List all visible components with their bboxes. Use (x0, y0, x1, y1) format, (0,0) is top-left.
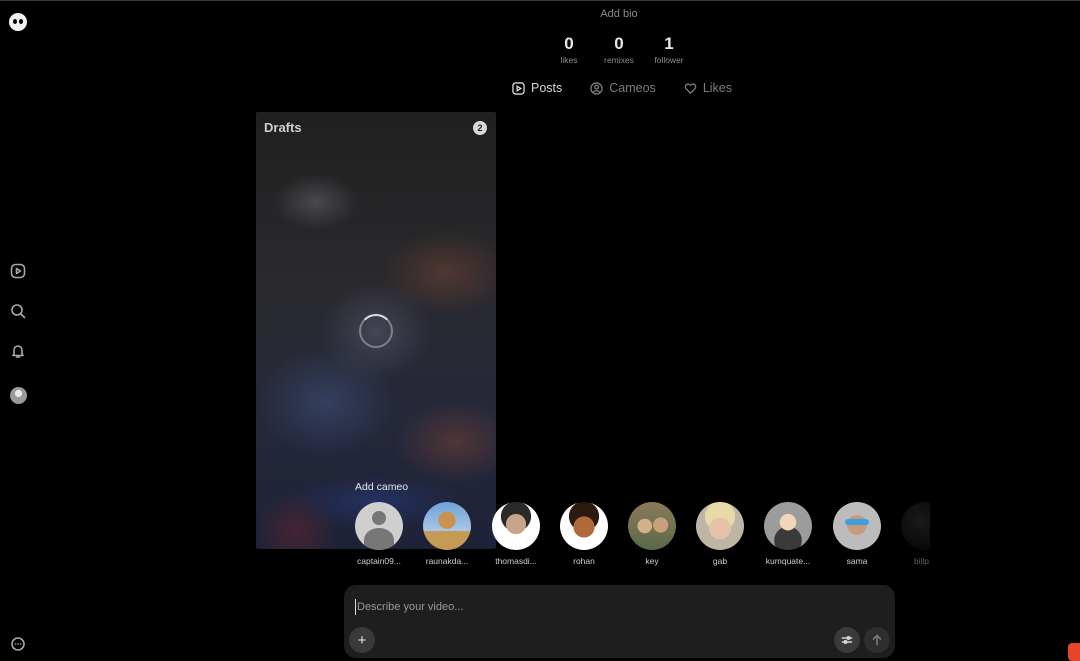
top-border (0, 0, 1080, 1)
tab-label: Posts (531, 81, 563, 95)
more-icon[interactable] (9, 635, 27, 653)
cameo-name: billp... (913, 556, 930, 566)
stat-label: follower (654, 55, 684, 65)
cameo-avatar (628, 502, 676, 550)
cameo-name: kumquate... (765, 556, 811, 566)
cameo-name: key (645, 556, 659, 566)
send-button[interactable] (864, 627, 890, 653)
video-composer: + (344, 585, 895, 658)
settings-button[interactable] (834, 627, 860, 653)
play-square-icon (512, 81, 525, 95)
cameo-avatar (696, 502, 744, 550)
add-cameo-label: Add cameo (355, 481, 409, 493)
cameo-item[interactable]: kumquate... (764, 502, 812, 566)
cameo-name: rohan (573, 556, 595, 566)
tab-cameos[interactable]: Cameos (590, 81, 656, 95)
drafts-count-badge: 2 (473, 121, 487, 135)
add-bio-link[interactable]: Add bio (0, 8, 1080, 20)
cameo-item[interactable]: key (628, 502, 676, 566)
stat-likes: 0 likes (544, 34, 594, 66)
sliders-icon (841, 635, 853, 645)
cameo-item[interactable]: rohan (560, 502, 608, 566)
cameo-name: thomasdi... (495, 556, 537, 566)
cameo-avatar (833, 502, 881, 550)
profile-avatar[interactable] (10, 387, 27, 404)
corner-app-icon[interactable] (1068, 643, 1080, 661)
cameo-name: captain09... (357, 556, 401, 566)
profile-tabs: Posts Cameos Likes (512, 81, 760, 95)
tab-label: Likes (702, 81, 732, 95)
cameo-avatar (423, 502, 471, 550)
arrow-up-icon (872, 634, 882, 646)
cameo-item[interactable]: captain09... (355, 502, 403, 566)
cameo-item[interactable]: thomasdi... (492, 502, 540, 566)
heart-icon (684, 82, 697, 94)
cameo-item[interactable]: gab (696, 502, 744, 566)
stat-label: remixes (604, 55, 634, 65)
feed-icon[interactable] (9, 262, 27, 280)
profile-stats: 0 likes 0 remixes 1 follower (544, 34, 694, 66)
drafts-title: Drafts (264, 120, 302, 135)
loading-spinner-icon (359, 314, 393, 348)
cameo-name: gab (712, 556, 728, 566)
stat-value: 0 (564, 34, 574, 53)
stat-remixes: 0 remixes (594, 34, 644, 66)
stat-followers[interactable]: 1 follower (644, 34, 694, 66)
cameo-name: raunakda... (425, 556, 469, 566)
stat-value: 1 (664, 34, 674, 53)
person-circle-icon (590, 81, 603, 95)
cameo-avatar (560, 502, 608, 550)
bell-icon[interactable] (9, 342, 27, 360)
sidebar (0, 0, 36, 661)
cameo-avatar (901, 502, 930, 550)
search-icon[interactable] (9, 302, 27, 320)
cameo-avatar (492, 502, 540, 550)
tab-likes[interactable]: Likes (684, 81, 732, 95)
cameo-avatar (764, 502, 812, 550)
cameo-avatar (355, 502, 403, 550)
tab-posts[interactable]: Posts (512, 81, 562, 95)
cameo-name: sama (846, 556, 868, 566)
cameo-item[interactable]: sama (833, 502, 881, 566)
stat-value: 0 (614, 34, 624, 53)
cameo-list: captain09... raunakda... thomasdi... roh… (355, 502, 930, 572)
describe-video-input[interactable] (355, 599, 775, 615)
add-attachment-button[interactable]: + (349, 627, 375, 653)
cameo-item[interactable]: raunakda... (423, 502, 471, 566)
stat-label: likes (560, 55, 578, 65)
plus-icon: + (357, 631, 367, 649)
tab-label: Cameos (609, 81, 656, 95)
cameo-item[interactable]: billp... (901, 502, 930, 566)
